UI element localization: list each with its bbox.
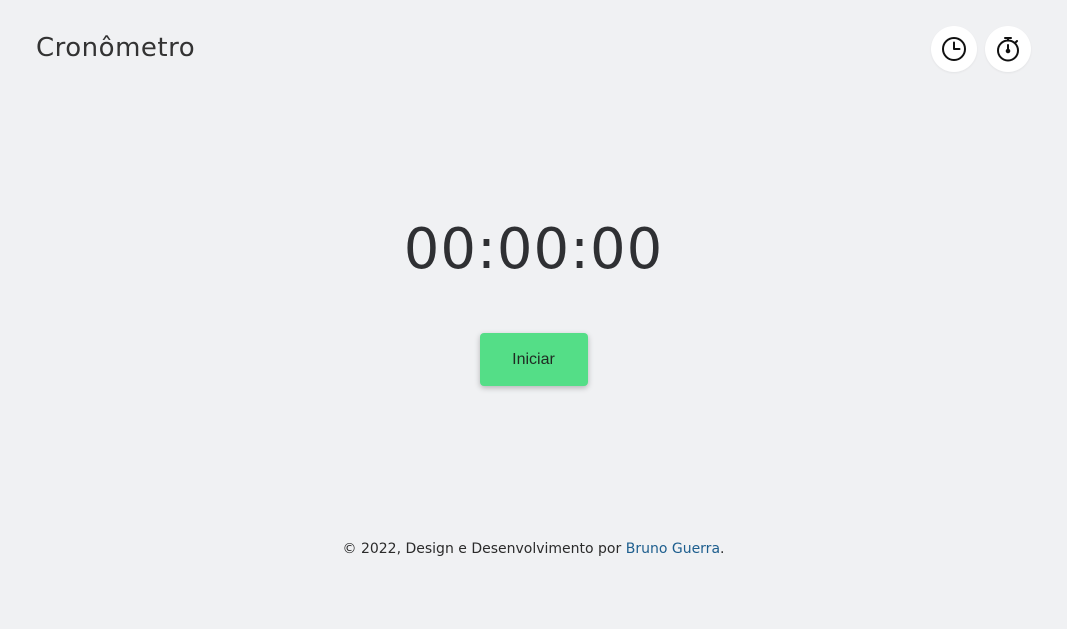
time-display: 00:00:00 — [403, 217, 664, 282]
mode-nav — [931, 26, 1031, 72]
stopwatch-panel: 00:00:00 Iniciar — [0, 214, 1067, 386]
footer-suffix: . — [720, 541, 725, 557]
clock-icon — [940, 35, 968, 63]
footer: © 2022, Design e Desenvolvimento por Bru… — [0, 541, 1067, 557]
clock-mode-button[interactable] — [931, 26, 977, 72]
page-title: Cronômetro — [36, 33, 196, 63]
stopwatch-icon — [994, 35, 1022, 63]
start-button[interactable]: Iniciar — [479, 333, 588, 386]
app-header: Cronômetro — [36, 26, 1031, 72]
author-link[interactable]: Bruno Guerra — [626, 541, 720, 557]
stopwatch-mode-button[interactable] — [985, 26, 1031, 72]
footer-text: © 2022, Design e Desenvolvimento por — [342, 541, 626, 557]
